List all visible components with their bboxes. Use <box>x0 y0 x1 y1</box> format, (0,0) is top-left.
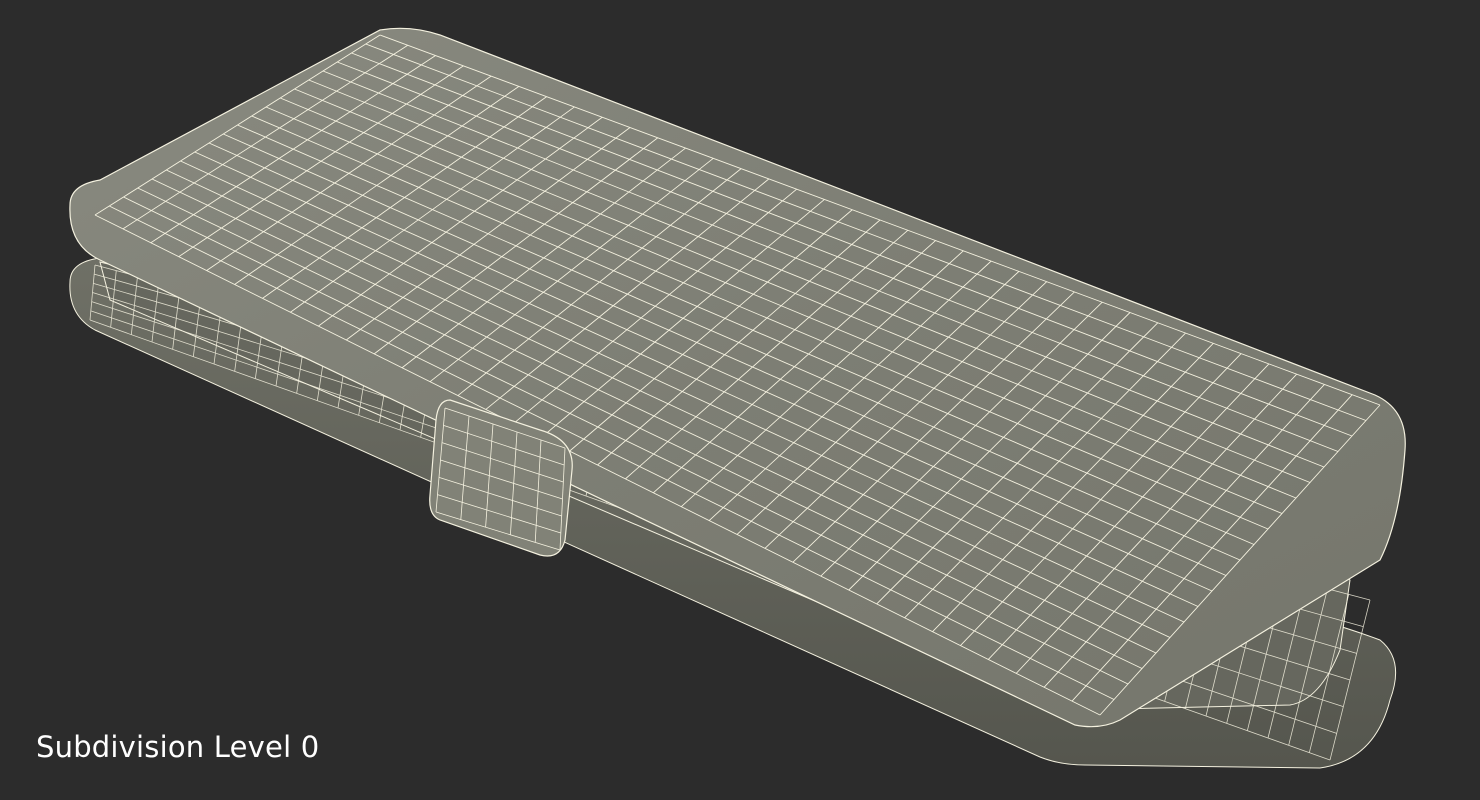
subdivision-level-caption: Subdivision Level 0 <box>36 730 320 764</box>
render-viewport: Subdivision Level 0 <box>0 0 1480 800</box>
wallet-wireframe-render <box>69 27 1406 769</box>
